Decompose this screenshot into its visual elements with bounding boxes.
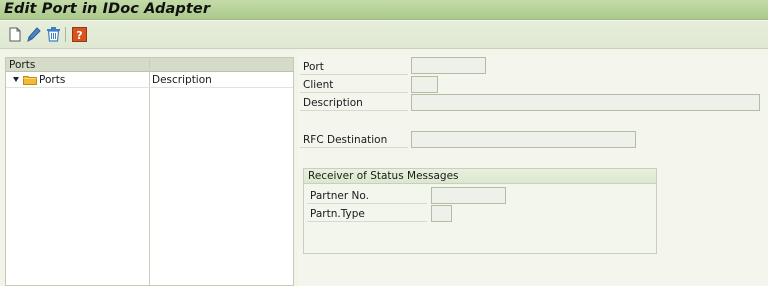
partner-type-input[interactable] (431, 205, 452, 222)
label-underline (300, 110, 408, 111)
client-label: Client (303, 79, 334, 91)
application-toolbar: ? (0, 21, 768, 49)
port-input[interactable] (411, 57, 486, 74)
new-document-icon[interactable] (6, 25, 24, 43)
client-input[interactable] (411, 76, 438, 93)
label-underline (300, 147, 408, 148)
svg-text:?: ? (76, 29, 82, 42)
help-question-icon[interactable]: ? (70, 25, 88, 43)
folder-icon (23, 75, 37, 85)
tree-column-divider[interactable] (149, 58, 150, 285)
label-underline (300, 74, 408, 75)
label-underline (307, 221, 427, 222)
partner-no-label: Partner No. (310, 190, 369, 202)
port-label: Port (303, 61, 324, 73)
trash-delete-icon[interactable] (44, 25, 62, 43)
toolbar-separator (65, 27, 66, 42)
tree-node-label: Ports (39, 74, 66, 86)
partner-type-label: Partn.Type (310, 208, 365, 220)
tree-column-header-label: Ports (9, 59, 36, 71)
description-input[interactable] (411, 94, 760, 111)
label-underline (307, 203, 427, 204)
partner-no-input[interactable] (431, 187, 506, 204)
pencil-edit-icon[interactable] (25, 25, 43, 43)
description-label: Description (303, 97, 363, 109)
expand-arrow-icon[interactable] (13, 77, 19, 82)
rfc-destination-label: RFC Destination (303, 134, 388, 146)
group-header: Receiver of Status Messages (304, 169, 656, 184)
tree-node-ports[interactable]: Ports Description (6, 73, 293, 88)
group-title: Receiver of Status Messages (308, 170, 459, 182)
tree-node-description: Description (152, 74, 212, 86)
label-underline (300, 92, 408, 93)
rfc-destination-input[interactable] (411, 131, 636, 148)
title-bar: Edit Port in IDoc Adapter (0, 0, 768, 20)
page-title: Edit Port in IDoc Adapter (4, 1, 211, 17)
ports-tree-panel: Ports Ports Description (5, 57, 294, 286)
